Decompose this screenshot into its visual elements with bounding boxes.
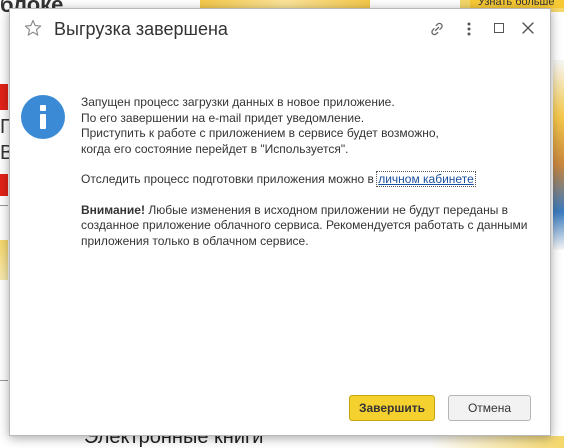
- background-image: [430, 436, 564, 448]
- track-progress-prefix: Отследить процесс подготовки приложения …: [81, 172, 378, 186]
- background-learn-more-button: Узнать больше: [470, 0, 564, 8]
- warning-text: Внимание! Любые изменения в исходном при…: [81, 203, 531, 250]
- warning-body: Любые изменения в исходном приложении не…: [81, 202, 528, 248]
- dialog-title: Выгрузка завершена: [54, 19, 228, 39]
- background-image: [0, 240, 8, 280]
- background-red-block: [0, 84, 8, 110]
- dialog-titlebar: Выгрузка завершена: [10, 9, 550, 53]
- message-line: Приступить к работе с приложением в серв…: [81, 126, 439, 140]
- personal-account-link[interactable]: личном кабинете: [376, 171, 476, 187]
- background-image: [553, 60, 564, 250]
- background-divider: [0, 205, 8, 206]
- track-progress-text: Отследить процесс подготовки приложения …: [81, 171, 531, 188]
- star-icon[interactable]: [24, 19, 42, 37]
- message-line: По его завершении на e-mail придет уведо…: [81, 110, 365, 125]
- message-line: Запущен процесс загрузки данных в новое …: [81, 95, 395, 109]
- background-red-block: [0, 174, 8, 196]
- export-complete-dialog: Выгрузка завершена Запущен процесс загру…: [9, 8, 551, 436]
- link-icon[interactable]: [429, 21, 445, 37]
- close-icon[interactable]: [521, 21, 535, 35]
- dialog-message: Запущен процесс загрузки данных в новое …: [81, 95, 531, 249]
- cancel-button[interactable]: Отмена: [448, 395, 531, 421]
- more-icon[interactable]: [466, 21, 472, 37]
- finish-button[interactable]: Завершить: [349, 395, 435, 421]
- background-divider: [0, 380, 8, 381]
- maximize-icon[interactable]: [494, 23, 504, 33]
- message-line: когда его состояние перейдет в "Использу…: [81, 141, 349, 156]
- info-icon: [21, 95, 65, 139]
- warning-label: Внимание!: [81, 202, 145, 217]
